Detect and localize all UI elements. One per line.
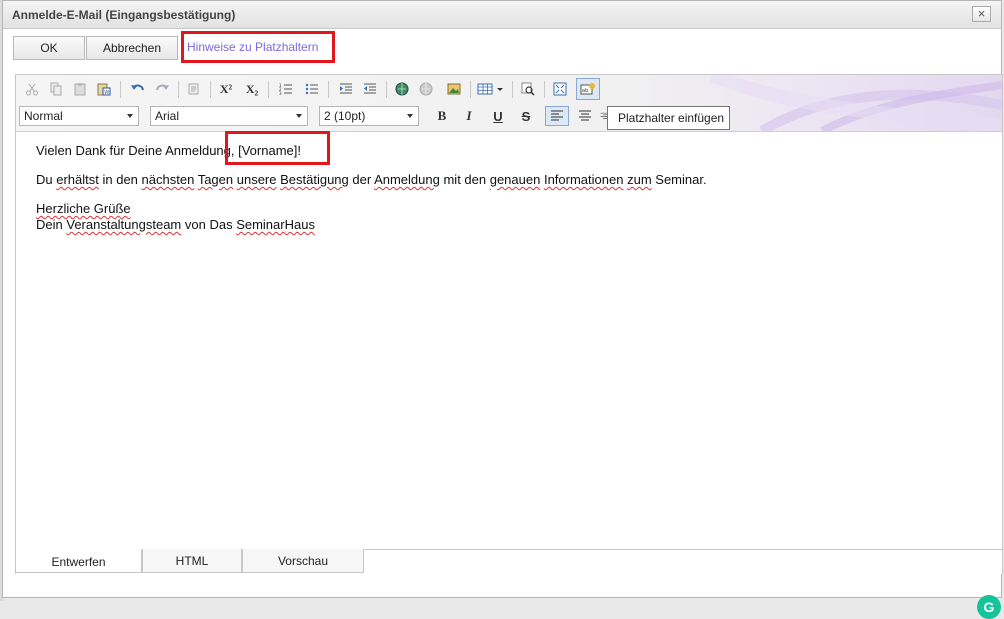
editor-content[interactable]: Vielen Dank für Deine Anmeldung, [Vornam… bbox=[36, 143, 976, 233]
font-family-select[interactable]: Arial bbox=[150, 106, 308, 126]
dialog-titlebar: Anmelde-E-Mail (Eingangsbestätigung) × bbox=[3, 1, 1001, 29]
signature-team: Veranstaltungsteam bbox=[66, 217, 182, 232]
spellcheck-word: erhältst bbox=[56, 172, 99, 187]
rich-text-editor: W X² X₂ 123 ab Normal Arial 2 (10pt) B I… bbox=[15, 74, 1003, 619]
bullet-list-icon[interactable] bbox=[302, 79, 322, 99]
cut-icon[interactable] bbox=[22, 79, 42, 99]
chevron-down-icon bbox=[407, 114, 413, 118]
dialog-title: Anmelde-E-Mail (Eingangsbestätigung) bbox=[12, 8, 236, 22]
spellcheck-word: Bestätigung bbox=[280, 172, 349, 187]
toolbar-separator bbox=[512, 81, 513, 98]
toolbar-separator bbox=[178, 81, 179, 98]
fullscreen-icon[interactable] bbox=[550, 79, 570, 99]
spellcheck-word: genauen bbox=[489, 172, 541, 187]
numbered-list-icon[interactable]: 123 bbox=[276, 79, 296, 99]
spellcheck-word: Tagen bbox=[197, 172, 234, 187]
paragraph-style-select[interactable]: Normal bbox=[19, 106, 139, 126]
toolbar-separator bbox=[544, 81, 545, 98]
align-left-button[interactable] bbox=[545, 106, 569, 126]
spellcheck-word: unsere bbox=[236, 172, 277, 187]
undo-icon[interactable] bbox=[128, 79, 148, 99]
superscript-icon[interactable]: X² bbox=[216, 79, 236, 99]
chevron-down-icon bbox=[127, 114, 133, 118]
paragraph-style-value: Normal bbox=[24, 109, 63, 123]
spellcheck-word: Informationen bbox=[543, 172, 624, 187]
svg-text:W: W bbox=[104, 90, 109, 96]
font-size-value: 2 (10pt) bbox=[324, 109, 366, 123]
line2-text: in den bbox=[98, 172, 142, 187]
bold-button[interactable]: B bbox=[432, 106, 452, 126]
toolbar-separator bbox=[386, 81, 387, 98]
signature-brand: SeminarHaus bbox=[236, 217, 315, 232]
paste-plain-icon[interactable] bbox=[184, 79, 204, 99]
align-center-icon bbox=[579, 110, 591, 121]
placeholder-hints-link[interactable]: Hinweise zu Platzhaltern bbox=[181, 31, 335, 63]
svg-text:3: 3 bbox=[279, 91, 282, 96]
chevron-down-icon bbox=[296, 114, 302, 118]
editor-mode-tabs: Entwerfen HTML Vorschau bbox=[16, 549, 1002, 574]
line2-text: mit den bbox=[439, 172, 490, 187]
content-line-2: Du erhältst in den nächsten Tagen unsere… bbox=[36, 172, 976, 188]
tab-html[interactable]: HTML bbox=[142, 549, 242, 573]
vorname-highlight-box bbox=[225, 131, 330, 165]
toolbar-separator bbox=[210, 81, 211, 98]
content-line-1: Vielen Dank für Deine Anmeldung, [Vornam… bbox=[36, 143, 976, 159]
cancel-button[interactable]: Abbrechen bbox=[86, 36, 178, 60]
insert-table-icon[interactable] bbox=[476, 79, 506, 99]
signature-prefix: Dein bbox=[36, 217, 67, 232]
content-signature: Dein Veranstaltungsteam von Das SeminarH… bbox=[36, 217, 976, 233]
underline-button[interactable]: U bbox=[488, 106, 508, 126]
toolbar-decoration bbox=[709, 75, 1002, 131]
line2-text: der bbox=[348, 172, 375, 187]
tab-vorschau[interactable]: Vorschau bbox=[242, 549, 364, 573]
signature-mid: von Das bbox=[181, 217, 237, 232]
subscript-icon[interactable]: X₂ bbox=[242, 79, 262, 99]
editor-toolbar: W X² X₂ 123 ab Normal Arial 2 (10pt) B I… bbox=[16, 75, 1002, 132]
indent-icon[interactable] bbox=[336, 79, 356, 99]
strikethrough-button[interactable]: S bbox=[516, 106, 536, 126]
tab-entwerfen[interactable]: Entwerfen bbox=[16, 549, 142, 573]
align-center-button[interactable] bbox=[575, 106, 595, 126]
line2-text: Du bbox=[36, 172, 57, 187]
placeholder-tooltip: Platzhalter einfügen bbox=[607, 106, 730, 130]
insert-placeholder-icon[interactable]: ab bbox=[576, 78, 600, 100]
line2-text: Seminar. bbox=[651, 172, 707, 187]
greeting-text: Herzliche Grüße bbox=[36, 201, 131, 216]
paste-word-icon[interactable]: W bbox=[94, 79, 114, 99]
remove-link-icon[interactable] bbox=[416, 79, 436, 99]
ok-button[interactable]: OK bbox=[13, 36, 85, 60]
insert-image-icon[interactable] bbox=[444, 79, 464, 99]
copy-icon[interactable] bbox=[46, 79, 66, 99]
toolbar-separator bbox=[470, 81, 471, 98]
spellcheck-word: zum bbox=[627, 172, 652, 187]
spellcheck-word: nächsten bbox=[141, 172, 195, 187]
spellcheck-word: Anmeldung bbox=[374, 172, 440, 187]
outdent-icon[interactable] bbox=[360, 79, 380, 99]
close-button[interactable]: × bbox=[972, 6, 991, 22]
find-icon[interactable] bbox=[518, 79, 538, 99]
toolbar-separator bbox=[328, 81, 329, 98]
toolbar-separator bbox=[268, 81, 269, 98]
content-greeting: Herzliche Grüße bbox=[36, 201, 976, 217]
font-size-select[interactable]: 2 (10pt) bbox=[319, 106, 419, 126]
align-left-icon bbox=[551, 110, 563, 121]
font-family-value: Arial bbox=[155, 109, 180, 123]
redo-icon[interactable] bbox=[152, 79, 172, 99]
svg-text:ab: ab bbox=[582, 88, 588, 94]
italic-button[interactable]: I bbox=[459, 106, 479, 126]
paste-icon[interactable] bbox=[70, 79, 90, 99]
line1-text: Vielen Dank für Deine Anmeldung, bbox=[36, 143, 239, 158]
toolbar-separator bbox=[120, 81, 121, 98]
grammarly-icon[interactable]: G bbox=[977, 595, 1001, 619]
insert-link-icon[interactable] bbox=[392, 79, 412, 99]
